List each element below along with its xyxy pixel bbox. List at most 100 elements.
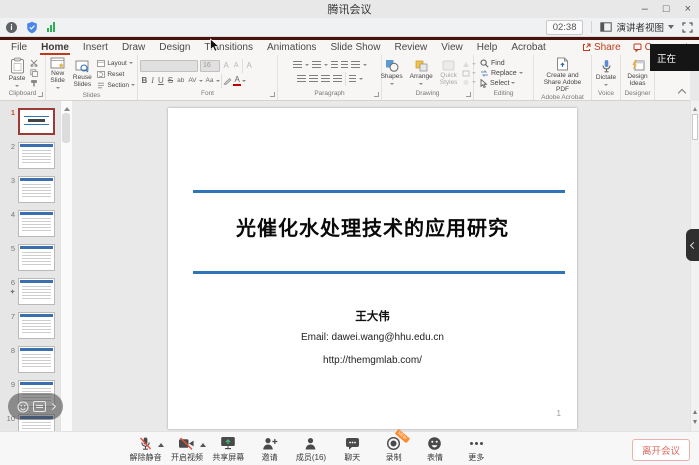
slide-canvas[interactable]: 光催化水处理技术的应用研究 王大伟 Email: dawei.wang@hhu.… [168,108,577,429]
cut-icon[interactable] [30,59,38,67]
leave-meeting-button[interactable]: 离开会议 [632,439,690,461]
unmute-button[interactable]: 解除静音 [125,435,166,463]
strikethrough-button[interactable]: S [166,75,174,86]
decrease-indent-icon[interactable] [331,61,338,69]
reuse-slides-button[interactable]: Reuse Slides [70,60,94,88]
vertical-scrollbar[interactable] [690,101,699,432]
previous-slide-icon[interactable] [693,408,697,414]
slide-thumbnail-3[interactable]: 3 [0,176,60,203]
collapse-ribbon-icon[interactable] [678,89,686,97]
slide-email[interactable]: Email: dawei.wang@hhu.edu.cn [168,332,577,343]
close-button[interactable]: × [685,0,691,18]
tab-review[interactable]: Review [387,41,434,55]
underline-button[interactable]: U [156,75,165,86]
emoji-button[interactable]: 表情 [414,435,455,463]
minimize-button[interactable]: – [642,0,648,18]
format-painter-icon[interactable] [30,79,38,87]
scroll-up-icon[interactable] [693,105,697,111]
slide-thumbnail-6[interactable]: 6 [0,278,60,305]
slide-author[interactable]: 王大伟 [168,308,577,324]
camera-options-arrow[interactable] [200,440,206,447]
slide-thumbnail-panel[interactable]: 1 2 3 4 5 6 7 [0,101,60,432]
slide-thumbnail-8[interactable]: 8 [0,346,60,373]
shapes-button[interactable]: Shapes [379,59,405,87]
chat-button[interactable]: 聊天 [332,435,373,463]
tab-acrobat[interactable]: Acrobat [504,41,552,55]
paste-button[interactable]: Paste [7,57,28,89]
select-button[interactable]: Select [480,79,515,88]
tab-slide-show[interactable]: Slide Show [323,41,387,55]
justify-icon[interactable] [333,75,342,83]
align-left-icon[interactable] [297,75,306,83]
align-center-icon[interactable] [309,75,318,83]
slide-thumbnail-5[interactable]: 5 [0,244,60,271]
increase-indent-icon[interactable] [341,61,348,69]
slide-website[interactable]: http://themgmlab.com/ [168,355,577,366]
create-pdf-button[interactable]: Create and Share Adobe PDF [536,57,589,93]
text-shadow-button[interactable]: ab [176,75,186,86]
char-spacing-button[interactable]: AV [187,75,198,86]
tab-home[interactable]: Home [34,41,76,55]
share-button[interactable]: Share [582,42,621,53]
tab-draw[interactable]: Draw [115,41,152,55]
tab-transitions[interactable]: Transitions [197,41,260,55]
dictate-button[interactable]: Dictate [594,59,618,88]
scroll-up-icon[interactable] [64,104,70,111]
view-switch[interactable]: 演讲者视图 [600,20,674,34]
shrink-font-button[interactable]: A [232,60,240,71]
mic-options-arrow[interactable] [158,440,164,447]
meeting-info-icon[interactable]: i [6,22,17,33]
dialog-launcher-icon[interactable] [466,92,471,97]
scrollbar-thumb[interactable] [692,114,698,140]
section-button[interactable]: Section [97,81,135,90]
bold-button[interactable]: B [140,75,149,86]
start-video-button[interactable]: 开启视频 [166,435,207,463]
dialog-launcher-icon[interactable] [374,92,379,97]
clear-formatting-button[interactable]: A [245,60,253,71]
numbering-icon[interactable] [312,61,321,69]
reaction-pill[interactable] [8,393,63,420]
dialog-launcher-icon[interactable] [38,92,43,97]
reset-button[interactable]: Reset [97,70,135,79]
record-button[interactable]: 录制 NEW [373,435,414,463]
tab-file[interactable]: File [4,41,34,55]
slide-thumbnail-4[interactable]: 4 [0,210,60,237]
panel-collapse-tab[interactable] [686,229,699,261]
font-name-combo[interactable] [140,60,198,72]
slide-title[interactable]: 光催化水处理技术的应用研究 [168,212,577,241]
scrollbar-thumb[interactable] [62,113,70,143]
tab-help[interactable]: Help [470,41,505,55]
tab-animations[interactable]: Animations [260,41,323,55]
arrange-button[interactable]: Arrange [408,60,435,87]
highlight-pen-icon[interactable] [223,76,232,85]
tab-design[interactable]: Design [152,41,197,55]
invite-button[interactable]: 邀请 [249,435,290,463]
grow-font-button[interactable]: A [222,60,230,71]
tab-view[interactable]: View [434,41,470,55]
emoji-outline-icon[interactable] [17,401,29,413]
bullets-icon[interactable] [293,61,302,69]
dialog-launcher-icon[interactable] [270,92,275,97]
slide-thumbnail-1[interactable]: 1 [0,108,60,135]
members-button[interactable]: 成员(16) [290,435,331,463]
slide-thumbnail-2[interactable]: 2 [0,142,60,169]
shape-fill-icon[interactable] [462,61,470,68]
security-shield-icon[interactable] [26,21,38,34]
slide-thumbnail-7[interactable]: 7 [0,312,60,339]
tab-insert[interactable]: Insert [76,41,115,55]
share-screen-button[interactable]: 共享屏幕 [208,435,249,463]
replace-button[interactable]: Replace [480,69,523,78]
shape-outline-icon[interactable] [462,70,470,77]
italic-button[interactable]: I [150,75,156,86]
change-case-button[interactable]: Aa [204,75,215,86]
new-slide-button[interactable]: New Slide [48,57,67,91]
more-button[interactable]: 更多 [456,435,497,463]
chevron-right-icon[interactable] [48,403,55,410]
network-signal-icon[interactable] [47,22,55,32]
design-ideas-button[interactable]: Design Ideas [623,60,652,87]
font-color-button[interactable]: A [233,75,241,86]
next-slide-icon[interactable] [693,420,697,426]
fullscreen-icon[interactable] [682,22,693,33]
columns-icon[interactable] [349,75,356,83]
find-button[interactable]: Find [480,59,505,68]
